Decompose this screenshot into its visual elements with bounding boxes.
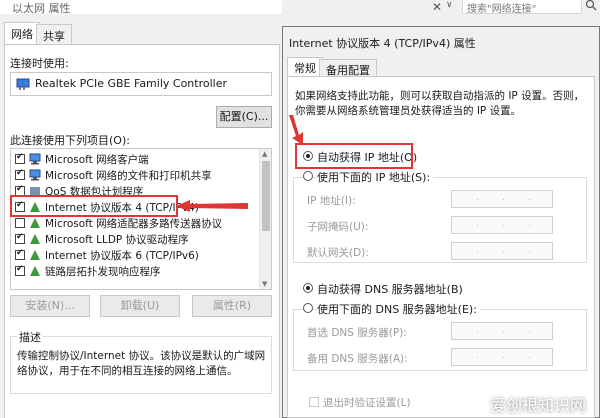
left-window-titlebar: 以太网 属性 bbox=[0, 0, 282, 15]
checkbox[interactable] bbox=[15, 264, 25, 276]
list-item-lldp[interactable]: Microsoft LLDP 协议驱动程序 bbox=[13, 231, 253, 247]
search-input[interactable]: 搜索"网络连接" bbox=[462, 0, 582, 15]
uninstall-button[interactable]: 卸载(U) bbox=[100, 295, 180, 317]
ip-dot: . bbox=[502, 351, 505, 361]
subnet-field[interactable]: ... bbox=[451, 216, 553, 234]
list-item-label: Internet 协议版本 6 (TCP/IPv6) bbox=[45, 250, 199, 262]
dialog-title: Internet 协议版本 4 (TCP/IPv4) 属性 bbox=[289, 37, 476, 50]
validate-checkbox[interactable] bbox=[309, 397, 319, 407]
search-icon[interactable] bbox=[585, 0, 597, 14]
chevron-down-icon[interactable]: ∨ bbox=[446, 0, 453, 10]
close-icon[interactable]: ✕ bbox=[432, 0, 442, 14]
ethernet-properties-dialog: 网络 共享 连接时使用: Realtek PCIe GBE Family Con… bbox=[0, 14, 282, 418]
manual-dns-radio[interactable] bbox=[303, 303, 313, 313]
ip-dot: . bbox=[528, 245, 531, 255]
checkbox[interactable] bbox=[15, 232, 25, 244]
ipv4-highlight-box bbox=[10, 195, 178, 217]
watermark: 爱创根知识网 bbox=[490, 396, 587, 415]
description-text: 传输控制协议/Internet 协议。该协议是默认的广域网络协议，用于在不同的相… bbox=[17, 350, 266, 377]
file-sharing-icon bbox=[29, 169, 42, 181]
arrow-icon bbox=[289, 115, 303, 145]
list-item-label: Microsoft LLDP 协议驱动程序 bbox=[45, 234, 189, 246]
ipv4-properties-dialog: Internet 协议版本 4 (TCP/IPv4) 属性 常规 备用配置 如果… bbox=[282, 26, 600, 418]
connection-items-list[interactable]: Microsoft 网络客户端 Microsoft 网络的文件和打印机共享 Qo… bbox=[10, 148, 272, 290]
list-item-label: Microsoft 网络适配器多路传送器协议 bbox=[45, 218, 223, 230]
list-item-file-sharing[interactable]: Microsoft 网络的文件和打印机共享 bbox=[13, 167, 253, 183]
protocol-icon bbox=[29, 265, 42, 277]
arrow-icon bbox=[176, 200, 248, 212]
ip-dot: . bbox=[502, 245, 505, 255]
manual-ip-radio[interactable] bbox=[303, 171, 313, 181]
tab-general[interactable]: 常规 bbox=[287, 57, 323, 77]
validate-label[interactable]: 退出时验证设置(L) bbox=[323, 395, 411, 410]
network-adapter-icon bbox=[16, 77, 30, 94]
auto-ip-highlight-box bbox=[295, 143, 413, 169]
protocol-icon bbox=[29, 249, 42, 261]
ip-dot: . bbox=[528, 325, 531, 335]
manual-ip-label[interactable]: 使用下面的 IP 地址(S): bbox=[317, 169, 434, 185]
gateway-label: 默认网关(D): bbox=[307, 247, 369, 259]
checkbox[interactable] bbox=[15, 218, 25, 228]
ip-dot: . bbox=[528, 219, 531, 229]
configure-button[interactable]: 配置(C)... bbox=[216, 106, 272, 128]
ip-dot: . bbox=[476, 245, 479, 255]
preferred-dns-field[interactable]: ... bbox=[451, 322, 553, 340]
preferred-dns-label: 首选 DNS 服务器(P): bbox=[307, 327, 407, 339]
ip-dot: . bbox=[476, 193, 479, 203]
auto-dns-radio[interactable] bbox=[303, 283, 313, 293]
ip-dot: . bbox=[476, 351, 479, 361]
tab-sharing[interactable]: 共享 bbox=[36, 24, 72, 44]
ip-dot: . bbox=[476, 219, 479, 229]
search-placeholder: 搜索"网络连接" bbox=[467, 4, 537, 15]
items-label: 此连接使用下列项目(O): bbox=[10, 134, 130, 147]
list-item-network-client[interactable]: Microsoft 网络客户端 bbox=[13, 151, 253, 167]
ip-dot: . bbox=[502, 325, 505, 335]
list-item-ipv6[interactable]: Internet 协议版本 6 (TCP/IPv6) bbox=[13, 247, 253, 263]
ip-dot: . bbox=[528, 351, 531, 361]
auto-dns-label[interactable]: 自动获得 DNS 服务器地址(B) bbox=[317, 281, 463, 297]
list-item-label: Microsoft 网络客户端 bbox=[45, 154, 149, 166]
ip-dot: . bbox=[528, 193, 531, 203]
ip-address-label: IP 地址(I): bbox=[307, 195, 356, 207]
gateway-field[interactable]: ... bbox=[451, 242, 553, 260]
scroll-up-icon[interactable]: ▲ bbox=[262, 150, 267, 158]
list-item-label: 链路层拓扑发现响应程序 bbox=[45, 266, 161, 278]
adapter-name: Realtek PCIe GBE Family Controller bbox=[35, 77, 228, 90]
intro-text: 如果网络支持此功能，则可以获取自动指派的 IP 设置。否则，你需要从网络系统管理… bbox=[295, 90, 585, 117]
description-heading: 描述 bbox=[17, 329, 43, 345]
tab-network[interactable]: 网络 bbox=[4, 22, 40, 44]
ip-dot: . bbox=[502, 219, 505, 229]
protocol-icon bbox=[29, 233, 42, 245]
ip-dot: . bbox=[476, 325, 479, 335]
list-item-multiplexor[interactable]: Microsoft 网络适配器多路传送器协议 bbox=[13, 215, 253, 231]
checkbox[interactable] bbox=[15, 248, 25, 260]
subnet-label: 子网掩码(U): bbox=[307, 221, 369, 233]
description-group: 描述 传输控制协议/Internet 协议。该协议是默认的广域网络协议，用于在不… bbox=[10, 329, 272, 394]
manual-dns-label[interactable]: 使用下面的 DNS 服务器地址(E): bbox=[317, 301, 480, 317]
adapter-field: Realtek PCIe GBE Family Controller bbox=[10, 72, 272, 96]
alternate-dns-field[interactable]: ... bbox=[451, 348, 553, 366]
list-scrollbar[interactable]: ▲ ▼ bbox=[259, 149, 271, 289]
watermark-logo-icon bbox=[471, 395, 487, 411]
network-client-icon bbox=[29, 153, 42, 165]
connect-using-label: 连接时使用: bbox=[10, 57, 69, 70]
scrollbar-thumb[interactable] bbox=[262, 161, 270, 231]
checkbox[interactable] bbox=[15, 168, 25, 180]
alternate-dns-label: 备用 DNS 服务器(A): bbox=[307, 353, 408, 365]
list-item-topology[interactable]: 链路层拓扑发现响应程序 bbox=[13, 263, 253, 279]
protocol-icon bbox=[29, 217, 42, 229]
ip-address-field[interactable]: ... bbox=[451, 190, 553, 208]
scroll-down-icon[interactable]: ▼ bbox=[262, 280, 267, 288]
tab-alternate-config[interactable]: 备用配置 bbox=[319, 59, 377, 77]
list-item-label: Microsoft 网络的文件和打印机共享 bbox=[45, 170, 212, 182]
install-button[interactable]: 安装(N)... bbox=[10, 295, 90, 317]
ip-dot: . bbox=[502, 193, 505, 203]
checkbox[interactable] bbox=[15, 152, 25, 164]
properties-button[interactable]: 属性(R) bbox=[192, 295, 272, 317]
